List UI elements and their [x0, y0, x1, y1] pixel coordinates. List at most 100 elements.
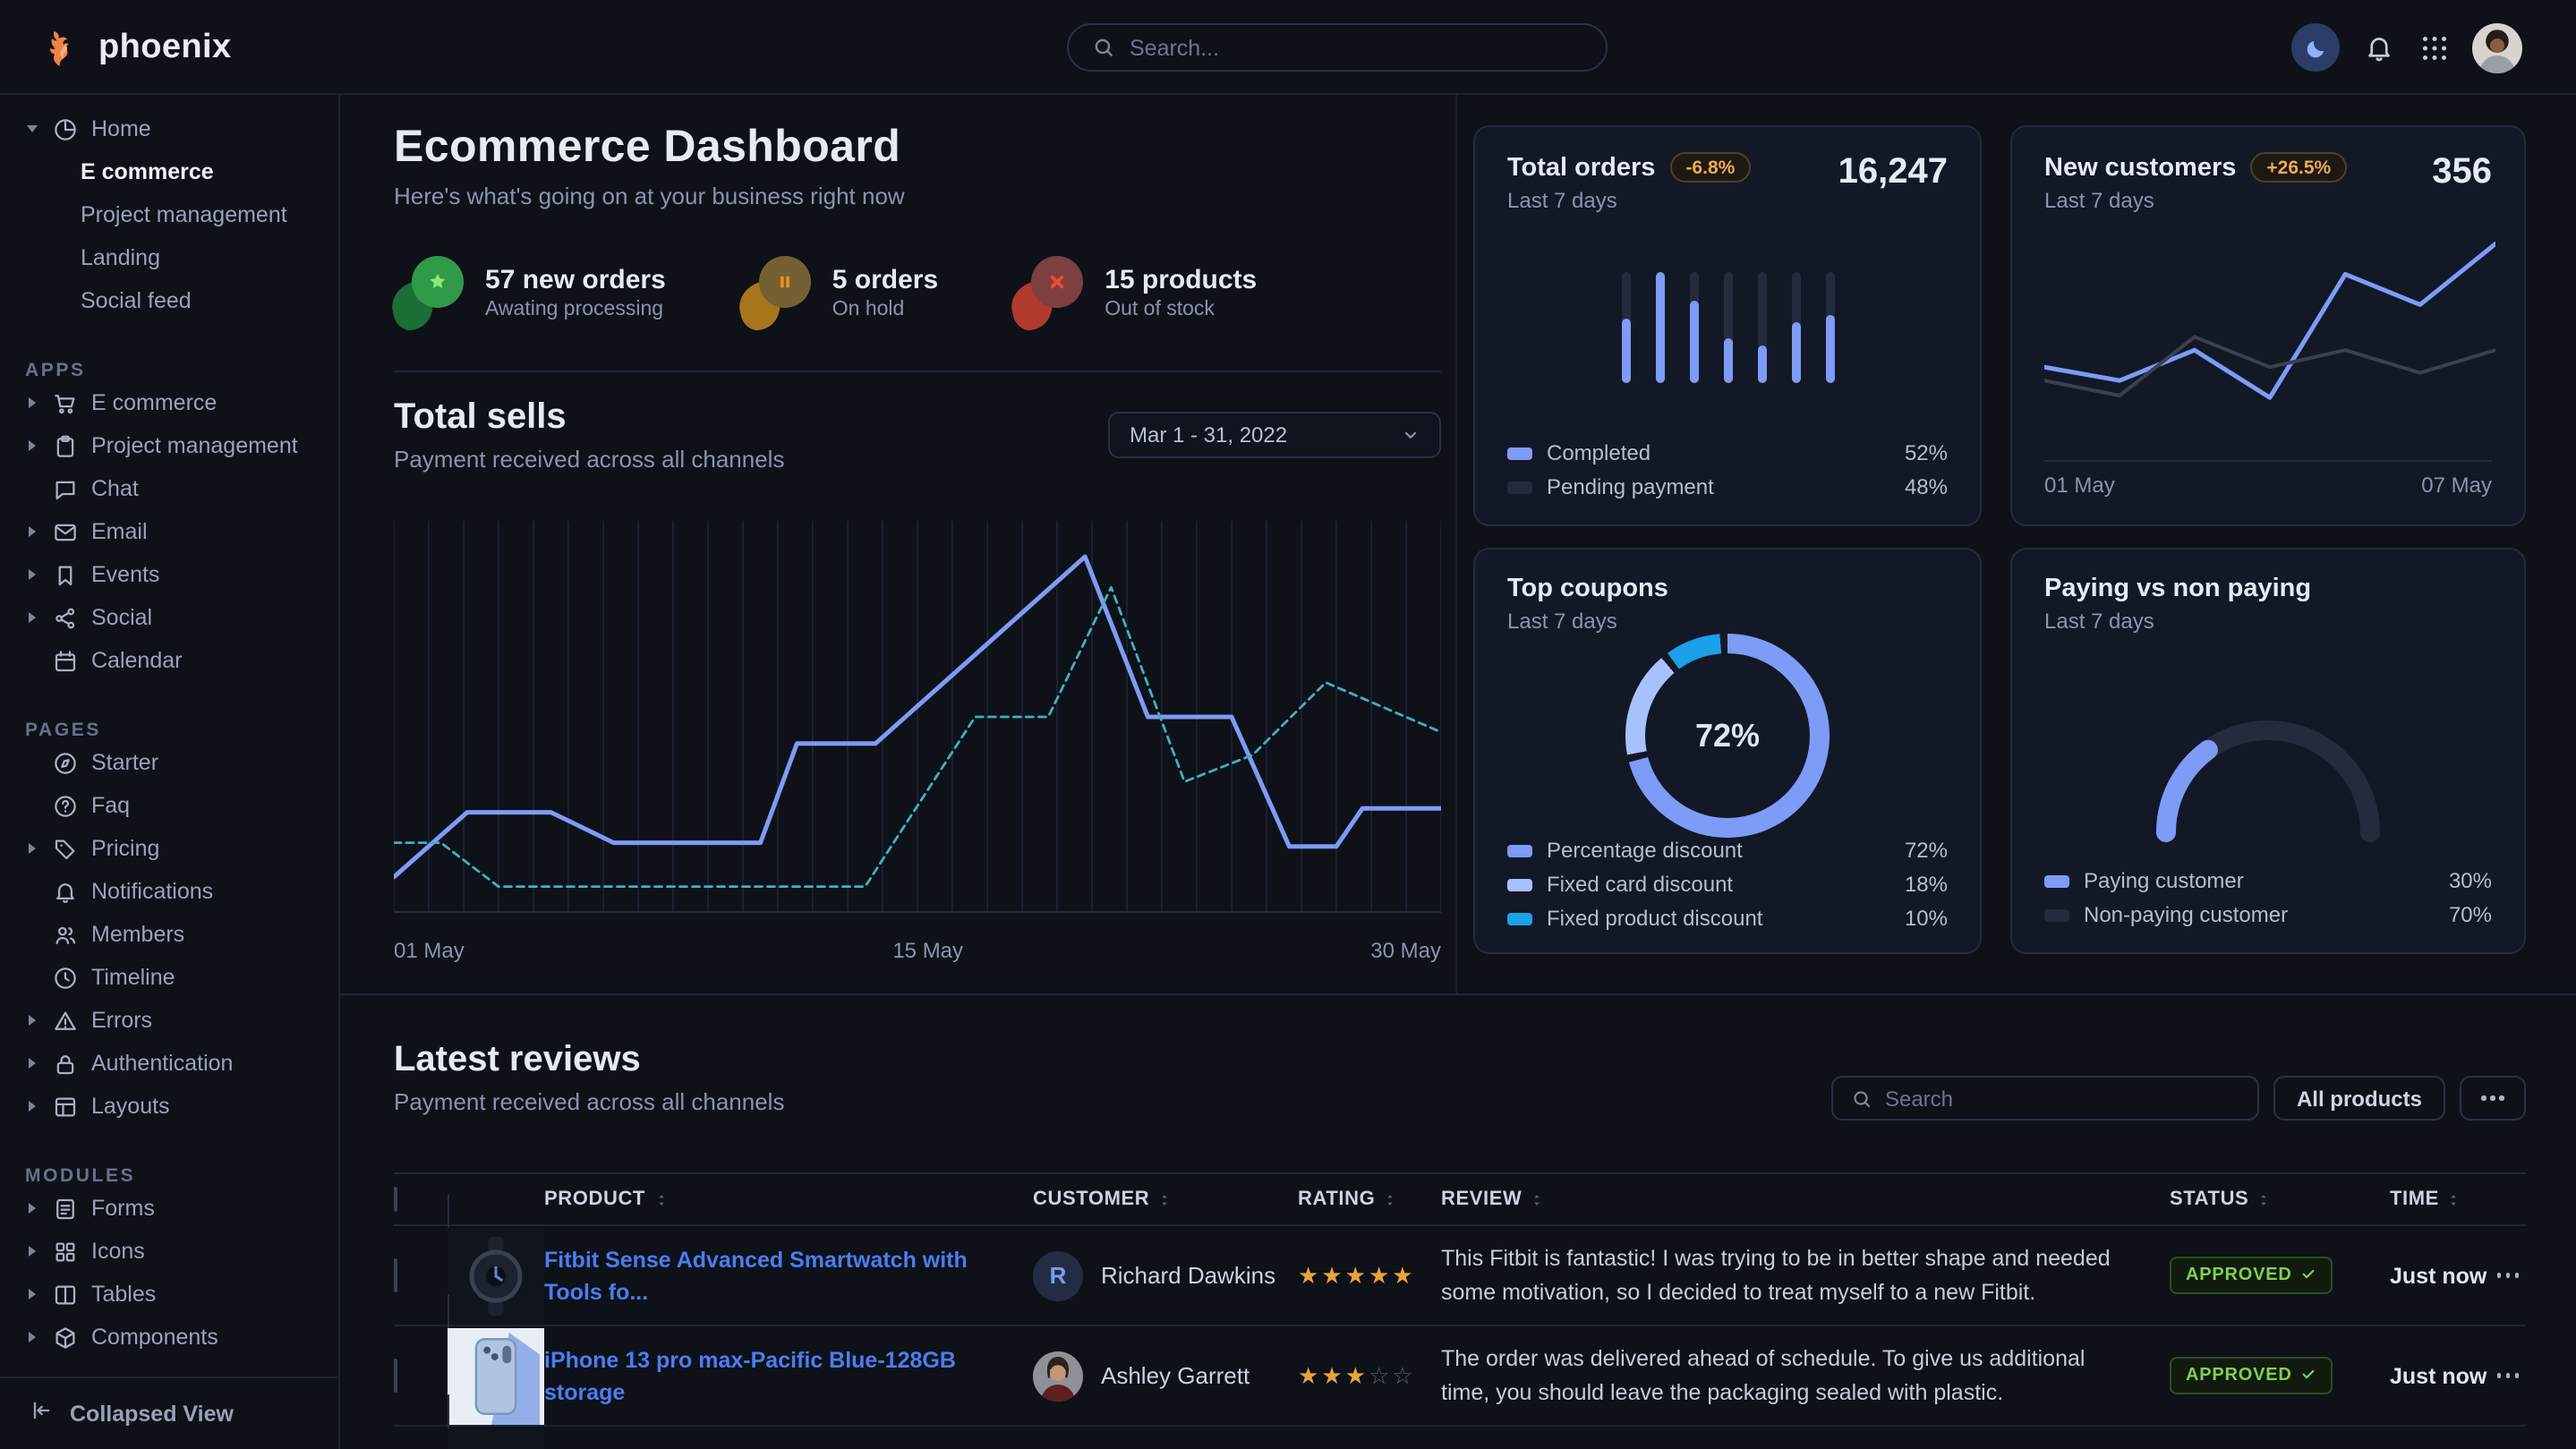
sidebar-item-notifications[interactable]: Notifications — [0, 870, 338, 913]
sidebar-subitem-e-commerce[interactable]: E commerce — [0, 150, 338, 193]
collapsed-view-toggle[interactable]: Collapsed View — [0, 1376, 338, 1449]
notifications-bell-icon[interactable] — [2361, 30, 2395, 64]
sidebar-subitem-landing[interactable]: Landing — [0, 236, 338, 279]
sidebar-item-label: Timeline — [91, 965, 175, 990]
caret-icon — [23, 397, 39, 408]
vertical-divider — [1455, 95, 1457, 993]
global-search[interactable] — [1067, 23, 1608, 72]
sidebar-item-label: Notifications — [91, 879, 213, 904]
share-icon — [52, 604, 79, 631]
table-row: Fitbit Sense Advanced Smartwatch with To… — [394, 1226, 2526, 1326]
page-title: Ecommerce Dashboard — [394, 122, 1441, 174]
sidebar-item-authentication[interactable]: Authentication — [0, 1042, 338, 1085]
sidebar-item-tables[interactable]: Tables — [0, 1273, 338, 1316]
sidebar-item-label: Errors — [91, 1008, 152, 1033]
sidebar-item-label: Icons — [91, 1239, 145, 1264]
sidebar-item-project-management[interactable]: Project management — [0, 424, 338, 467]
review-text: This Fitbit is fantastic! I was trying t… — [1441, 1242, 2123, 1309]
time-value: Just now — [2390, 1263, 2486, 1288]
column-customer[interactable]: CUSTOMER — [1033, 1189, 1298, 1210]
sidebar-item-layouts[interactable]: Layouts — [0, 1085, 338, 1128]
sidebar-item-icons[interactable]: Icons — [0, 1230, 338, 1273]
sidebar-item-timeline[interactable]: Timeline — [0, 956, 338, 999]
legend-pct: 48% — [1905, 474, 1948, 499]
column-time[interactable]: TIME — [2390, 1189, 2490, 1210]
all-products-button[interactable]: All products — [2273, 1076, 2445, 1121]
row-checkbox[interactable] — [394, 1257, 397, 1291]
phoenix-logo-icon — [45, 27, 86, 68]
stats-row: 57 new ordersAwating processing5 ordersO… — [394, 256, 1441, 329]
stat-sub: Awating processing — [485, 299, 666, 320]
total-sells-subtitle: Payment received across all channels — [394, 446, 784, 473]
review-text: The order was delivered ahead of schedul… — [1441, 1342, 2123, 1410]
bookmark-icon — [52, 561, 79, 588]
paying-title: Paying vs non paying — [2044, 575, 2492, 603]
nc-label-start: 01 May — [2044, 473, 2115, 498]
product-thumbnail[interactable] — [448, 1394, 544, 1449]
sidebar-item-label: Chat — [91, 476, 139, 501]
navbar-actions — [2291, 0, 2522, 95]
sidebar-subitem-project-management[interactable]: Project management — [0, 193, 338, 236]
top-navbar: phoenix — [0, 0, 2576, 95]
sidebar-item-starter[interactable]: Starter — [0, 741, 338, 784]
total-orders-title: Total orders — [1507, 153, 1655, 182]
new-customers-chart — [2044, 231, 2492, 460]
sidebar-item-errors[interactable]: Errors — [0, 999, 338, 1042]
tag-icon — [52, 835, 79, 862]
sidebar-item-chat[interactable]: Chat — [0, 467, 338, 510]
legend-pending-payment: Pending payment48% — [1507, 474, 1948, 499]
total-orders-card: Total orders -6.8% Last 7 days 16,247 Co… — [1473, 125, 1982, 526]
date-range-select[interactable]: Mar 1 - 31, 2022 — [1108, 412, 1441, 458]
sidebar-item-calendar[interactable]: Calendar — [0, 639, 338, 682]
stat-pause-icon — [741, 256, 813, 329]
column-product[interactable]: PRODUCT — [544, 1189, 1033, 1210]
sidebar-subitem-social-feed[interactable]: Social feed — [0, 279, 338, 322]
sidebar-item-social[interactable]: Social — [0, 596, 338, 639]
new-customers-period: Last 7 days — [2044, 188, 2347, 213]
row-more-button[interactable] — [2496, 1274, 2519, 1278]
product-link[interactable]: iPhone 13 pro max-Pacific Blue-128GB sto… — [544, 1347, 956, 1404]
theme-toggle-moon-icon[interactable] — [2291, 23, 2340, 72]
legend-pct: 18% — [1905, 872, 1948, 897]
sidebar-item-pricing[interactable]: Pricing — [0, 827, 338, 870]
sidebar-item-email[interactable]: Email — [0, 510, 338, 553]
sidebar-item-forms[interactable]: Forms — [0, 1187, 338, 1230]
caret-icon — [23, 526, 39, 537]
column-rating[interactable]: RATING — [1298, 1189, 1441, 1210]
order-bar — [1621, 271, 1630, 382]
compass-icon — [52, 749, 79, 776]
sidebar-item-home[interactable]: Home — [0, 107, 338, 150]
x-label-end: 30 May — [1370, 938, 1441, 963]
customer-name: Ashley Garrett — [1101, 1362, 1250, 1389]
column-status[interactable]: STATUS — [2170, 1189, 2390, 1210]
row-checkbox[interactable] — [394, 1358, 397, 1392]
legend-pct: 52% — [1905, 440, 1948, 465]
sidebar-item-members[interactable]: Members — [0, 913, 338, 956]
apps-grid-icon[interactable] — [2417, 30, 2451, 64]
reviews-more-button[interactable] — [2460, 1076, 2526, 1121]
brand[interactable]: phoenix — [45, 0, 232, 95]
select-all-checkbox[interactable] — [394, 1187, 397, 1212]
sidebar-item-faq[interactable]: Faq — [0, 784, 338, 827]
reviews-search-input[interactable] — [1885, 1086, 2239, 1111]
product-link[interactable]: Fitbit Sense Advanced Smartwatch with To… — [544, 1247, 968, 1304]
sidebar-item-components[interactable]: Components — [0, 1316, 338, 1359]
legend-label: Fixed product discount — [1547, 906, 1762, 931]
mail-icon — [52, 518, 79, 545]
sidebar-item-e-commerce[interactable]: E commerce — [0, 381, 338, 424]
user-avatar[interactable] — [2472, 22, 2522, 72]
sidebar-item-events[interactable]: Events — [0, 553, 338, 596]
reviews-search[interactable] — [1831, 1076, 2259, 1121]
total-orders-period: Last 7 days — [1507, 188, 1751, 213]
global-search-input[interactable] — [1130, 35, 1582, 60]
date-range-value: Mar 1 - 31, 2022 — [1130, 422, 1287, 447]
collapsed-view-label: Collapsed View — [70, 1401, 234, 1426]
column-review[interactable]: REVIEW — [1441, 1189, 2170, 1210]
sidebar-item-label: Social — [91, 605, 152, 630]
main-content: Ecommerce Dashboard Here's what's going … — [340, 95, 2576, 1449]
sort-icon — [1529, 1189, 1545, 1209]
question-circle-icon — [52, 792, 79, 819]
row-more-button[interactable] — [2496, 1374, 2519, 1378]
order-bar — [1723, 271, 1732, 382]
total-orders-value: 16,247 — [1838, 152, 1948, 193]
